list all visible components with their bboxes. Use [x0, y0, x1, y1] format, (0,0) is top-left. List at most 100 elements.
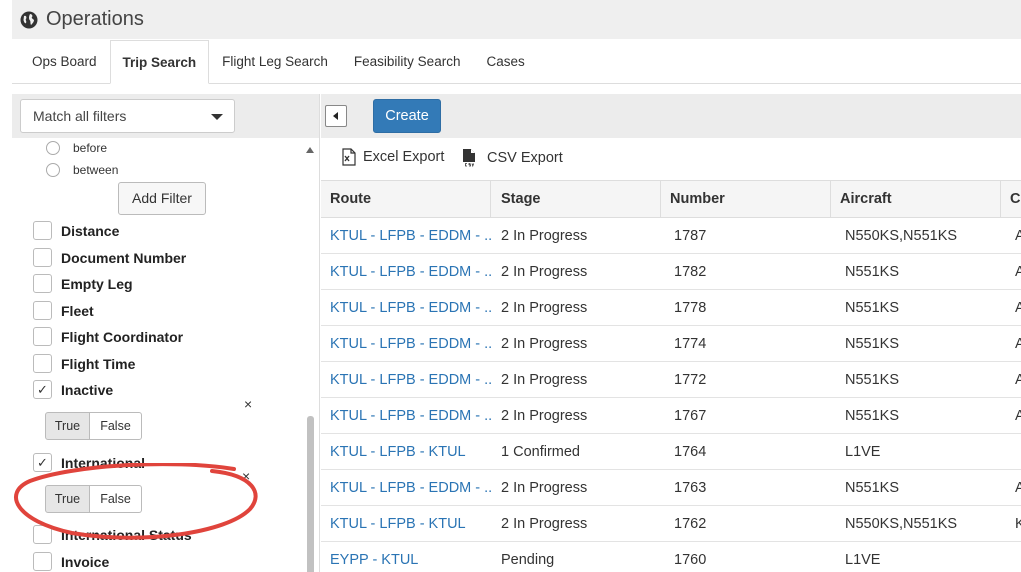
radio-between-row[interactable]: between — [46, 163, 118, 177]
tab-ops-board[interactable]: Ops Board — [19, 39, 110, 83]
checkbox[interactable] — [33, 354, 52, 373]
cr-cell: A — [1015, 300, 1021, 316]
cr-cell: A — [1015, 336, 1021, 352]
match-filters-value: Match all filters — [33, 108, 127, 124]
checkbox[interactable] — [33, 248, 52, 267]
checkbox[interactable] — [33, 327, 52, 346]
caret-left-icon — [333, 112, 338, 120]
table-row[interactable]: KTUL - LFPB - EDDM - ... 2 In Progress 177… — [321, 326, 1021, 362]
table-row[interactable]: KTUL - LFPB - KTUL 1 Confirmed 1764 L1VE — [321, 434, 1021, 470]
table-row[interactable]: KTUL - LFPB - EDDM - ... 2 In Progress 178… — [321, 218, 1021, 254]
route-link[interactable]: KTUL - LFPB - KTUL — [321, 506, 491, 542]
route-link[interactable]: KTUL - LFPB - EDDM - ... — [321, 326, 491, 362]
inactive-false-button[interactable]: False — [90, 412, 142, 440]
filter-label: Document Number — [61, 249, 187, 266]
international-true-button[interactable]: True — [45, 485, 90, 513]
route-link[interactable]: KTUL - LFPB - EDDM - ... — [321, 290, 491, 326]
checkbox[interactable] — [33, 301, 52, 320]
csv-export-button[interactable]: CSV Export — [461, 148, 563, 168]
checkbox[interactable] — [33, 221, 52, 240]
route-link[interactable]: EYPP - KTUL — [321, 542, 491, 572]
filter-flight-time[interactable]: Flight Time — [33, 354, 135, 373]
table-row[interactable]: KTUL - LFPB - EDDM - ... 2 In Progress 176… — [321, 398, 1021, 434]
inactive-toggle-group: True False — [45, 412, 142, 440]
cr-cell — [1001, 542, 1021, 572]
csv-export-label: CSV Export — [487, 150, 563, 166]
filter-fleet[interactable]: Fleet — [33, 301, 94, 320]
checkbox[interactable] — [33, 552, 52, 571]
route-link[interactable]: KTUL - LFPB - KTUL — [321, 434, 491, 470]
table-row[interactable]: EYPP - KTUL Pending 1760 L1VE — [321, 542, 1021, 572]
results-toolbar: Create — [321, 94, 1021, 138]
inactive-true-button[interactable]: True — [45, 412, 90, 440]
page-title: Operations — [46, 8, 144, 30]
column-header-cr[interactable]: Cr — [1001, 181, 1021, 217]
filter-inactive[interactable]: ✓ Inactive — [33, 380, 113, 399]
cr-cell: A — [1015, 372, 1021, 388]
filter-empty-leg[interactable]: Empty Leg — [33, 274, 133, 293]
radio-before[interactable] — [46, 141, 60, 155]
column-header-number[interactable]: Number — [661, 181, 831, 217]
filter-label: Empty Leg — [61, 275, 133, 292]
filter-distance[interactable]: Distance — [33, 221, 119, 240]
caret-down-icon — [211, 114, 223, 120]
title-bar: Operations — [12, 0, 1021, 39]
filter-label: International — [61, 454, 146, 471]
checkbox-checked[interactable]: ✓ — [33, 453, 52, 472]
aircraft-cell: N551KS — [845, 372, 900, 388]
radio-between[interactable] — [46, 163, 60, 177]
create-button[interactable]: Create — [373, 99, 441, 133]
route-link[interactable]: KTUL - LFPB - EDDM - ... — [321, 398, 491, 434]
number-cell: 1762 — [674, 516, 707, 532]
filter-flight-coordinator[interactable]: Flight Coordinator — [33, 327, 183, 346]
aircraft-cell: N551KS — [845, 336, 900, 352]
international-false-button[interactable]: False — [90, 485, 142, 513]
number-cell: 1787 — [674, 228, 707, 244]
add-filter-button[interactable]: Add Filter — [118, 182, 206, 215]
column-header-route[interactable]: Route — [321, 181, 491, 217]
aircraft-cell: N551KS — [845, 480, 900, 496]
filter-label: Flight Time — [61, 355, 136, 372]
route-link[interactable]: KTUL - LFPB - EDDM - ... — [321, 470, 491, 506]
table-body: KTUL - LFPB - EDDM - ... 2 In Progress 178… — [321, 218, 1021, 572]
radio-before-row[interactable]: before — [46, 141, 107, 155]
tab-trip-search[interactable]: Trip Search — [109, 40, 210, 84]
excel-file-icon — [342, 148, 356, 166]
match-filters-select[interactable]: Match all filters — [20, 99, 235, 133]
table-row[interactable]: KTUL - LFPB - EDDM - ... 2 In Progress 177… — [321, 362, 1021, 398]
filter-panel-header: Match all filters — [12, 94, 319, 138]
tab-cases[interactable]: Cases — [473, 39, 537, 83]
route-link[interactable]: KTUL - LFPB - EDDM - ... — [321, 362, 491, 398]
table-row[interactable]: KTUL - LFPB - KTUL 2 In Progress 1762 N550K… — [321, 506, 1021, 542]
checkbox-checked[interactable]: ✓ — [33, 380, 52, 399]
filter-international-status[interactable]: International Status — [33, 525, 192, 544]
table-row[interactable]: KTUL - LFPB - EDDM - ... 2 In Progress 176… — [321, 470, 1021, 506]
filter-international[interactable]: ✓ International — [33, 453, 145, 472]
filter-invoice[interactable]: Invoice — [33, 552, 109, 571]
export-bar: Excel Export CSV Export — [321, 138, 1021, 180]
checkbox[interactable] — [33, 525, 52, 544]
number-cell: 1767 — [674, 408, 707, 424]
filter-label: Flight Coordinator — [61, 328, 184, 345]
scrollbar-thumb[interactable] — [307, 416, 314, 572]
collapse-panel-button[interactable] — [325, 105, 347, 127]
table-row[interactable]: KTUL - LFPB - EDDM - ... 2 In Progress 178… — [321, 254, 1021, 290]
column-header-stage[interactable]: Stage — [491, 181, 661, 217]
route-link[interactable]: KTUL - LFPB - EDDM - ... — [321, 254, 491, 290]
tab-flight-leg-search[interactable]: Flight Leg Search — [209, 39, 341, 83]
scroll-up-arrow-icon[interactable] — [306, 147, 314, 153]
filter-document-number[interactable]: Document Number — [33, 248, 186, 267]
stage-cell: Pending — [501, 552, 555, 568]
column-header-aircraft[interactable]: Aircraft — [831, 181, 1001, 217]
close-icon[interactable]: × — [242, 468, 250, 484]
checkbox[interactable] — [33, 274, 52, 293]
excel-export-button[interactable]: Excel Export — [341, 148, 444, 166]
tab-bar: Ops Board Trip Search Flight Leg Search … — [12, 39, 1021, 84]
close-icon[interactable]: × — [244, 396, 252, 412]
tab-feasibility-search[interactable]: Feasibility Search — [341, 39, 474, 83]
route-link[interactable]: KTUL - LFPB - EDDM - ... — [321, 218, 491, 254]
stage-cell: 2 In Progress — [501, 300, 588, 316]
stage-cell: 2 In Progress — [501, 264, 588, 280]
table-row[interactable]: KTUL - LFPB - EDDM - ... 2 In Progress 177… — [321, 290, 1021, 326]
stage-cell: 2 In Progress — [501, 516, 588, 532]
